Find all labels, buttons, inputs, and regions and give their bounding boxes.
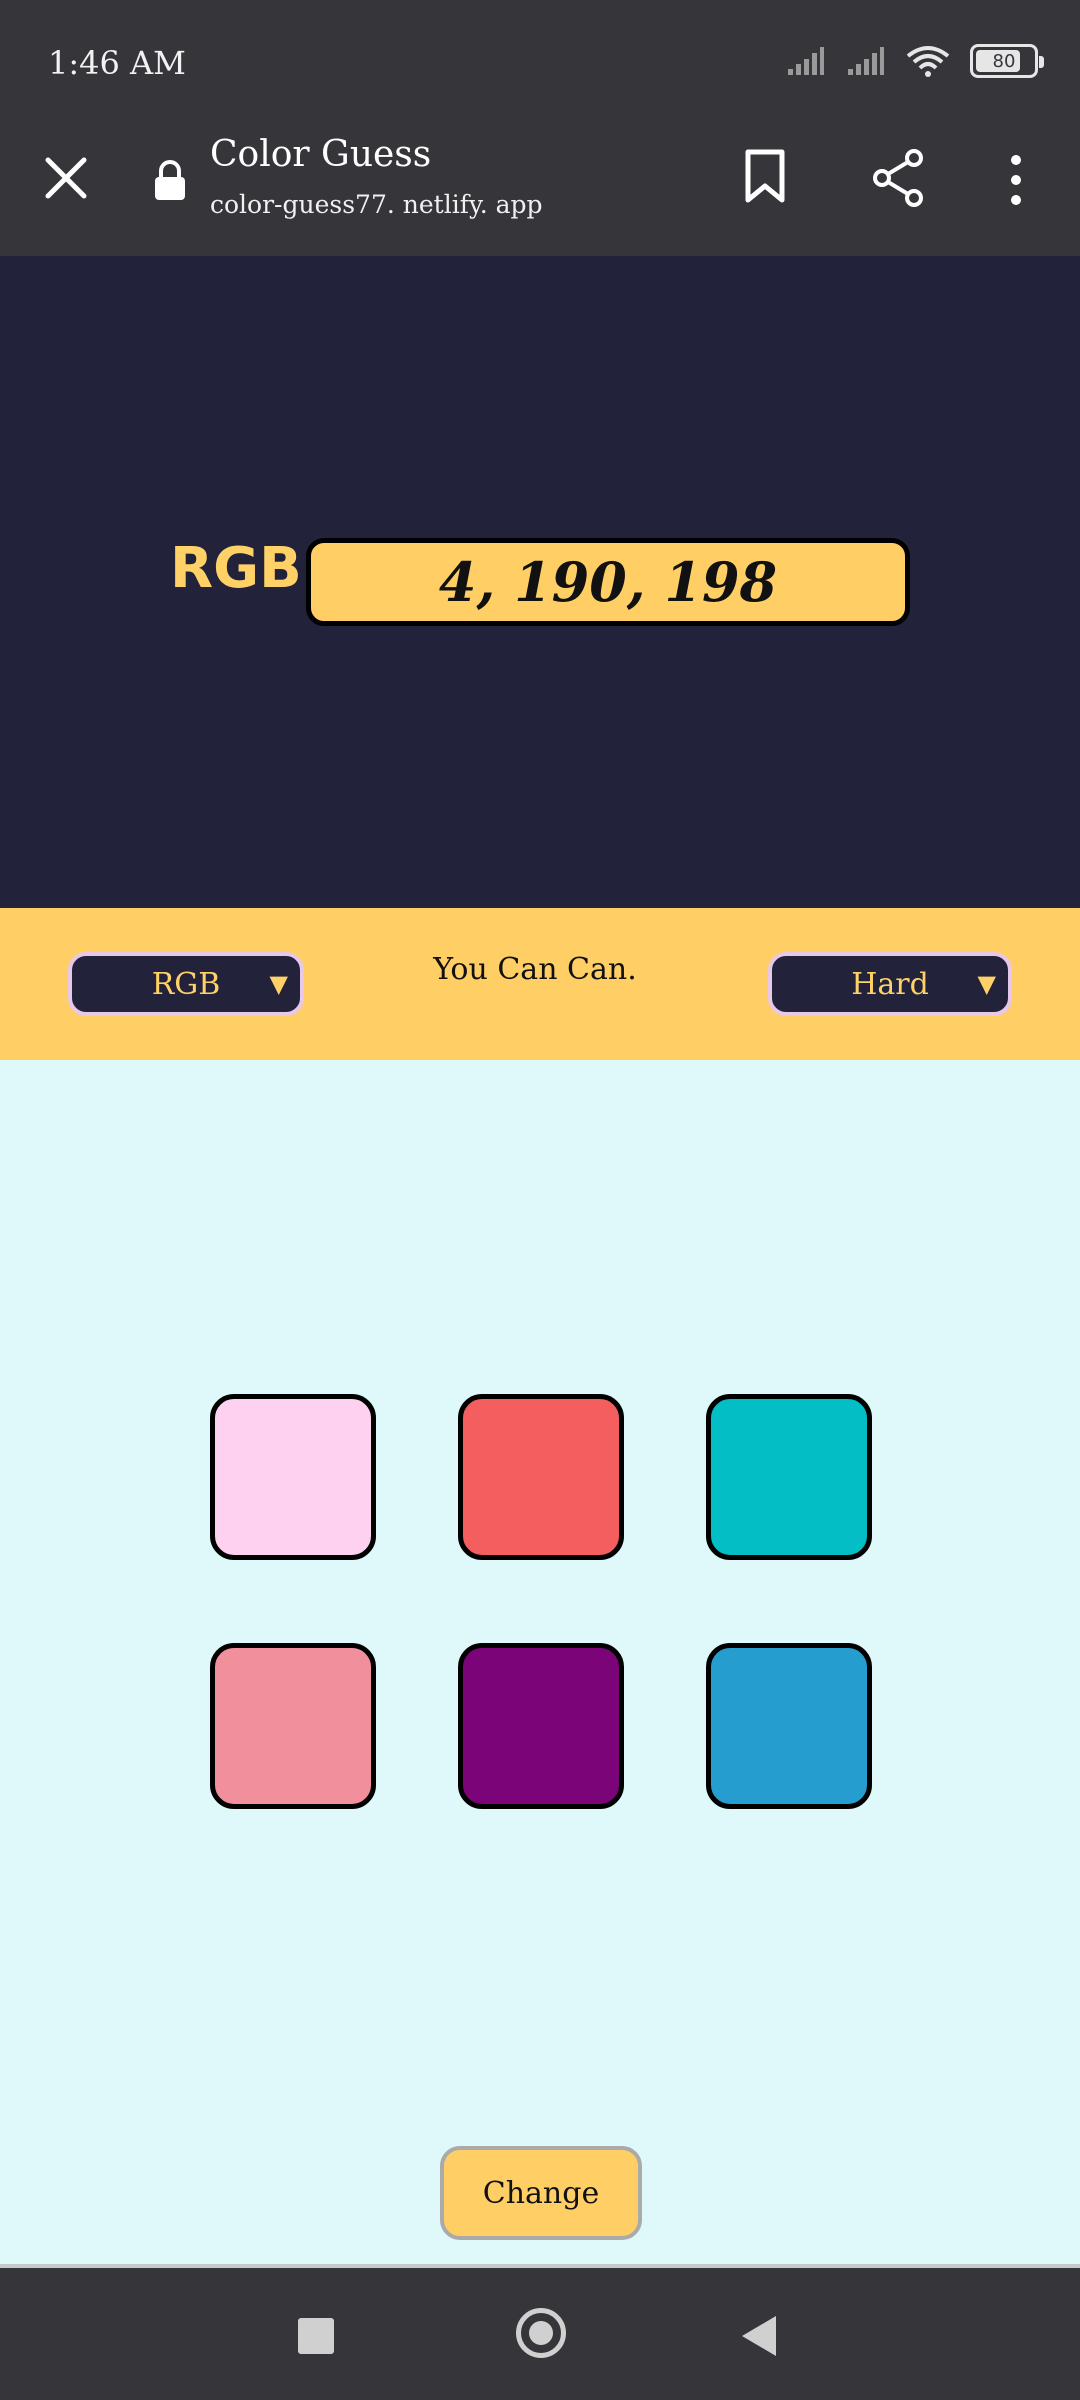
recents-icon[interactable] (298, 2318, 334, 2354)
game-header: RGB 4, 190, 198 (0, 256, 1080, 908)
back-icon[interactable] (742, 2316, 776, 2356)
status-bar: 1:46 AM 80 (0, 0, 1080, 128)
difficulty-select[interactable]: Hard ▼ (768, 952, 1012, 1016)
chevron-down-icon: ▼ (269, 970, 288, 998)
home-icon[interactable] (516, 2308, 566, 2358)
target-color-value: 4, 190, 198 (438, 550, 778, 614)
status-message: You Can Can. (433, 952, 637, 987)
controls-bar: RGB ▼ You Can Can. Hard ▼ (0, 908, 1080, 1060)
color-swatch[interactable] (210, 1394, 376, 1560)
signal-icon (848, 47, 884, 75)
bookmark-icon[interactable] (742, 148, 788, 204)
battery-icon: 80 (970, 44, 1044, 78)
lock-icon (155, 160, 185, 200)
status-icons: 80 (786, 44, 1044, 78)
change-button[interactable]: Change (440, 2146, 642, 2240)
color-swatch[interactable] (458, 1643, 624, 1809)
signal-icon (788, 47, 824, 75)
browser-toolbar: Color Guess color-guess77. netlify. app (0, 128, 1080, 256)
target-color-box: 4, 190, 198 (306, 538, 910, 626)
difficulty-select-value: Hard (851, 966, 929, 1002)
chevron-down-icon: ▼ (977, 970, 996, 998)
color-swatch[interactable] (210, 1643, 376, 1809)
status-time: 1:46 AM (48, 44, 186, 82)
page-url[interactable]: color-guess77. netlify. app (210, 190, 543, 219)
close-icon[interactable] (40, 152, 92, 204)
color-swatch[interactable] (458, 1394, 624, 1560)
page-title: Color Guess (210, 134, 432, 175)
share-icon[interactable] (870, 148, 926, 208)
color-swatch[interactable] (706, 1394, 872, 1560)
battery-text: 80 (992, 50, 1016, 72)
system-nav-bar (0, 2268, 1080, 2400)
mode-select-value: RGB (151, 966, 221, 1002)
color-grid (210, 1394, 872, 1810)
color-swatch[interactable] (706, 1643, 872, 1809)
mode-select[interactable]: RGB ▼ (68, 952, 304, 1016)
wifi-icon (906, 46, 950, 77)
mode-label: RGB (170, 536, 302, 601)
more-icon[interactable] (1004, 150, 1028, 210)
